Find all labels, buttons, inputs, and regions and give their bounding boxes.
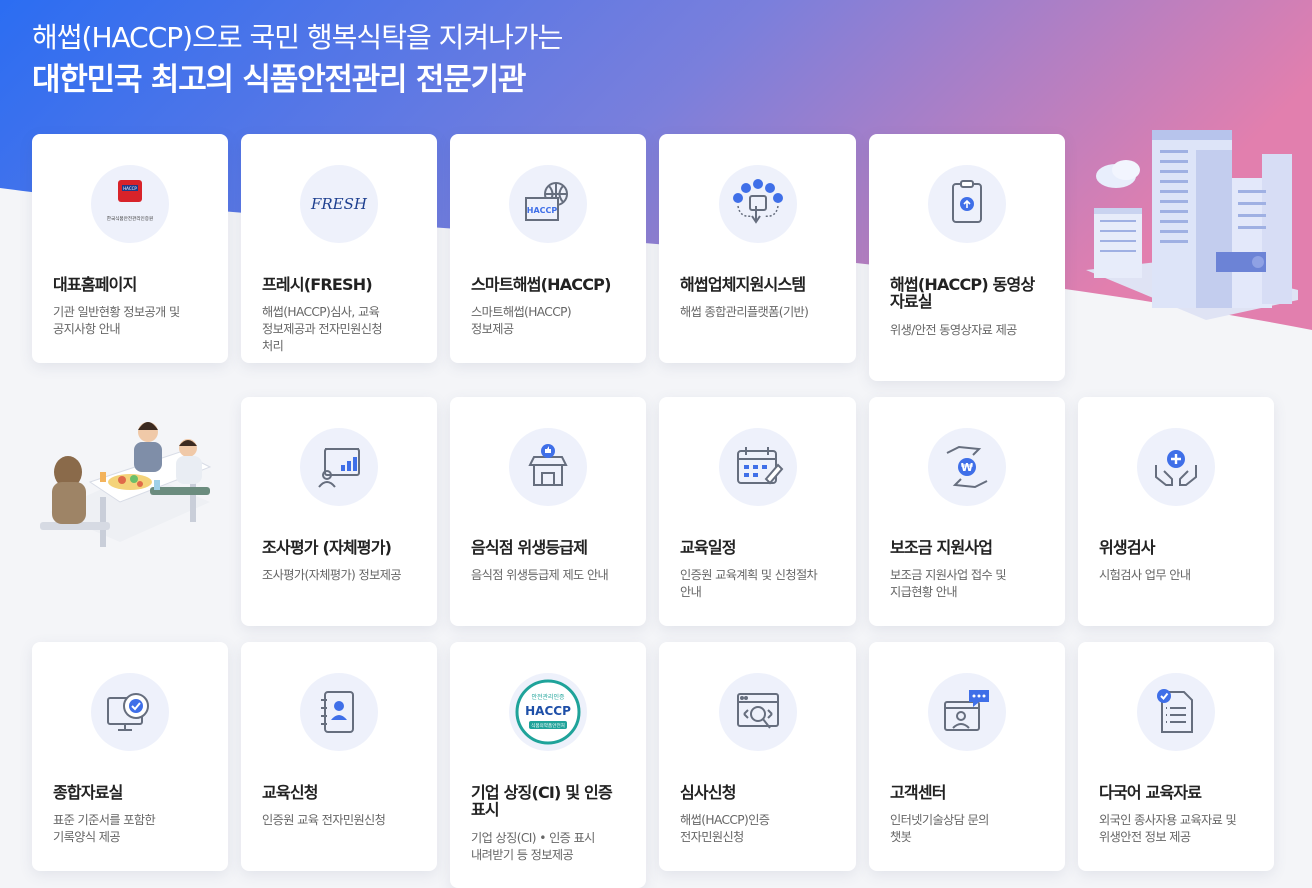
card-title: 대표홈페이지 bbox=[53, 275, 137, 294]
card-description: 기업 상징(CI) • 인증 표시 내려받기 등 정보제공 bbox=[471, 831, 595, 862]
card-description: 조사평가(자체평가) 정보제공 bbox=[262, 568, 402, 582]
card-title: 해썹업체지원시스템 bbox=[680, 275, 806, 294]
picnic-people-illustration bbox=[40, 422, 212, 547]
hero-subtitle: 해썹(HACCP)으로 국민 행복식탁을 지켜나가는 bbox=[32, 21, 563, 54]
video-clipboard-icon bbox=[928, 165, 1006, 243]
card-description: 보조금 지원사업 접수 및 지급현황 안내 bbox=[890, 568, 1007, 599]
health-check-hands-icon bbox=[1137, 428, 1215, 506]
haccp-certification-badge-icon: 안전관리인증 HACCP 식품의약품안전처 bbox=[509, 673, 587, 751]
service-card-8[interactable]: 교육일정인증원 교육계획 및 신청절차 안내 bbox=[659, 397, 856, 626]
service-card-1[interactable]: HACCP 한국식품안전관리인증원대표홈페이지기관 일반현황 정보공개 및 공지… bbox=[32, 134, 228, 363]
card-title: 종합자료실 bbox=[53, 783, 123, 802]
card-description: 위생/안전 동영상자료 제공 bbox=[890, 323, 1017, 337]
card-title: 프레시(FRESH) bbox=[262, 275, 373, 294]
svg-text:HACCP: HACCP bbox=[123, 186, 137, 191]
inspection-magnifier-icon bbox=[718, 673, 797, 751]
card-description: 기관 일반현황 정보공개 및 공지사항 안내 bbox=[53, 305, 180, 336]
service-card-4[interactable]: 해썹업체지원시스템해썹 종합관리플랫폼(기반) bbox=[659, 134, 856, 363]
service-card-2[interactable]: FRESH 프레시(FRESH) 해썹(HACCP)심사, 교육 정보제공과 전자민… bbox=[241, 134, 437, 363]
service-card-13[interactable]: 안전관리인증 HACCP 식품의약품안전처기업 상징(CI) 및 인증 표시기업… bbox=[450, 642, 646, 888]
restaurant-thumbs-up-icon bbox=[509, 428, 587, 506]
card-description: 음식점 위생등급제 제도 안내 bbox=[471, 568, 609, 582]
service-card-11[interactable]: 종합자료실표준 기준서를 포함한 기록양식 제공 bbox=[32, 642, 228, 871]
card-description: 인터넷기술상담 문의 챗봇 bbox=[890, 813, 989, 844]
service-card-16[interactable]: 다국어 교육자료외국인 종사자용 교육자료 및 위생안전 정보 제공 bbox=[1078, 642, 1274, 871]
card-title: 스마트해썹(HACCP) bbox=[471, 275, 611, 294]
card-title: 심사신청 bbox=[680, 783, 736, 802]
svg-text:FRESH: FRESH bbox=[310, 195, 368, 213]
contact-book-icon bbox=[300, 673, 378, 751]
svg-text:HACCP: HACCP bbox=[525, 704, 571, 718]
service-card-15[interactable]: 고객센터인터넷기술상담 문의 챗봇 bbox=[869, 642, 1065, 871]
logo-caption: 한국식품안전관리인증원 bbox=[107, 215, 154, 222]
card-title: 해썹(HACCP) 동영상 자료실 bbox=[890, 275, 1035, 311]
card-title: 조사평가 (자체평가) bbox=[262, 538, 392, 557]
service-card-6[interactable]: 조사평가 (자체평가) 조사평가(자체평가) 정보제공 bbox=[241, 397, 437, 626]
checklist-document-icon bbox=[1137, 673, 1215, 751]
card-description: 해썹(HACCP)인증 전자민원신청 bbox=[680, 813, 770, 844]
service-card-7[interactable]: 음식점 위생등급제음식점 위생등급제 제도 안내 bbox=[450, 397, 646, 626]
card-description: 스마트해썹(HACCP) 정보제공 bbox=[471, 305, 572, 336]
card-title: 보조금 지원사업 bbox=[890, 538, 993, 557]
subsidy-hands-icon: ₩ bbox=[928, 428, 1006, 506]
customer-chat-icon bbox=[928, 673, 1006, 751]
haccp-logo-icon: HACCP 한국식품안전관리인증원 bbox=[91, 165, 169, 243]
svg-text:HACCP: HACCP bbox=[527, 206, 558, 215]
settings-monitor-icon bbox=[91, 673, 169, 751]
service-card-10[interactable]: 위생검사시험검사 업무 안내 bbox=[1078, 397, 1274, 626]
service-card-9[interactable]: ₩ 보조금 지원사업보조금 지원사업 접수 및 지급현황 안내 bbox=[869, 397, 1065, 626]
card-title: 음식점 위생등급제 bbox=[471, 538, 588, 557]
svg-text:안전관리인증: 안전관리인증 bbox=[531, 693, 565, 701]
smart-haccp-icon: HACCP bbox=[509, 165, 587, 243]
service-card-14[interactable]: 심사신청해썹(HACCP)인증 전자민원신청 bbox=[659, 642, 856, 871]
hero-headline: 해썹(HACCP)으로 국민 행복식탁을 지켜나가는 대한민국 최고의 식품안전… bbox=[32, 18, 563, 102]
card-title: 고객센터 bbox=[890, 783, 946, 802]
service-card-5[interactable]: 해썹(HACCP) 동영상 자료실위생/안전 동영상자료 제공 bbox=[869, 134, 1065, 381]
card-title: 교육일정 bbox=[680, 538, 736, 557]
card-title: 교육신청 bbox=[262, 783, 318, 802]
card-description: 해썹 종합관리플랫폼(기반) bbox=[680, 305, 809, 319]
card-description: 표준 기준서를 포함한 기록양식 제공 bbox=[53, 813, 156, 844]
card-description: 인증원 교육계획 및 신청절차 안내 bbox=[680, 568, 818, 599]
calendar-icon bbox=[718, 428, 797, 506]
service-card-3[interactable]: HACCP 스마트해썹(HACCP) 스마트해썹(HACCP) 정보제공 bbox=[450, 134, 646, 363]
service-card-12[interactable]: 교육신청인증원 교육 전자민원신청 bbox=[241, 642, 437, 871]
city-buildings-illustration bbox=[1086, 130, 1298, 320]
presentation-chart-icon bbox=[300, 428, 378, 506]
hero-title: 대한민국 최고의 식품안전관리 전문기관 bbox=[32, 62, 526, 98]
card-description: 인증원 교육 전자민원신청 bbox=[262, 813, 386, 827]
card-description: 시험검사 업무 안내 bbox=[1099, 568, 1191, 582]
card-title: 위생검사 bbox=[1099, 538, 1155, 557]
svg-text:₩: ₩ bbox=[961, 461, 973, 474]
svg-text:식품의약품안전처: 식품의약품안전처 bbox=[531, 722, 565, 729]
card-description: 해썹(HACCP)심사, 교육 정보제공과 전자민원신청 처리 bbox=[262, 305, 383, 353]
card-title: 다국어 교육자료 bbox=[1099, 783, 1202, 802]
support-system-icon bbox=[718, 165, 797, 243]
card-description: 외국인 종사자용 교육자료 및 위생안전 정보 제공 bbox=[1099, 813, 1237, 844]
fresh-logo-icon: FRESH bbox=[300, 165, 378, 243]
card-title: 기업 상징(CI) 및 인증 표시 bbox=[471, 783, 613, 819]
